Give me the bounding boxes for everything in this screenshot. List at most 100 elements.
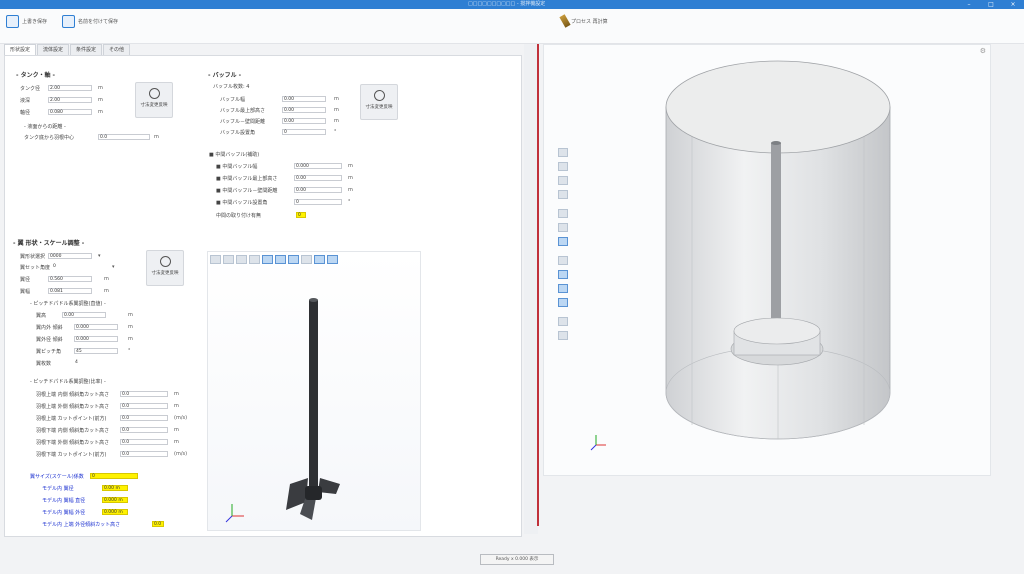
field-unit: m [98,85,103,91]
tank-diameter-input[interactable]: 2.00 [48,85,92,91]
rotate-icon[interactable] [558,176,568,185]
minimize-icon[interactable]: – [958,0,980,9]
liquid-depth-input[interactable]: 2.00 [48,97,92,103]
mid-baffle-gap-input[interactable]: 0.00 [294,187,342,193]
settings-icon[interactable]: ⚙ [980,47,986,55]
apply-label: 寸法変更反映 [140,103,168,108]
field-unit: (m/s) [174,415,188,421]
field-label: バッフル－壁間距離 [220,118,266,125]
impeller-type-select[interactable]: 0000 [48,253,92,259]
tab-shape[interactable]: 形状設定 [4,44,37,55]
tank-3d-viewport[interactable]: ⚙ [543,44,991,476]
result-field-0: 翼サイズ(スケール)係数 0 [30,472,150,480]
field-label: ■ 中間バッフル最上部高さ [216,175,278,182]
result-field-2: モデル内 翼幅 直径 0.000 m [42,496,162,504]
baffle-angle-input[interactable]: 0 [282,129,326,135]
sub2-input-2[interactable]: 0.0 [120,415,168,421]
apply-label: 寸法変更反映 [365,105,393,110]
mid-baffle-angle-input[interactable]: 0 [294,199,342,205]
mid-baffle-toggle-input[interactable]: 0 [296,212,306,218]
sub2-field-3: 羽根下端 内側 傾斜角カット高さ 0.0 m [36,426,196,434]
field-label: 軸径 [20,109,31,116]
render-mode-icon[interactable] [558,256,568,265]
field-unit: m [174,439,179,445]
sub2-field-1: 羽根上端 外側 傾斜角カット高さ 0.0 m [36,402,196,410]
shaft-diameter-input[interactable]: 0.080 [48,109,92,115]
save-button[interactable]: 上書き保存 [6,15,47,28]
scale-factor-input[interactable]: 0 [90,473,138,479]
zoom-out-icon[interactable] [558,162,568,171]
mid-baffle-width-input[interactable]: 0.000 [294,163,342,169]
sub2-input-0[interactable]: 0.0 [120,391,168,397]
blade-height-input[interactable]: 0.00 [62,312,106,318]
light-icon[interactable] [558,331,568,340]
axis-triad-icon [590,435,606,451]
close-icon[interactable]: × [1002,0,1024,9]
view-front-icon[interactable] [558,223,568,232]
transparent-icon[interactable] [558,298,568,307]
field-unit: ° [348,199,351,205]
blade-outer-incline-input[interactable]: 0.000 [74,336,118,342]
sub2-input-5[interactable]: 0.0 [120,451,168,457]
tab-fluid[interactable]: 流体設定 [37,44,70,55]
mid-baffle-toggle-row: 中間の取り付け有無 0 [216,211,326,219]
tank-sub-field: タンク底から羽根中心 0.0 m [24,133,164,141]
sub2-input-1[interactable]: 0.0 [120,403,168,409]
tank-apply-button[interactable]: 寸法変更反映 [135,82,173,118]
chevron-down-icon[interactable]: ▾ [98,253,101,259]
result-field-4: モデル内 上端 外径傾斜カット高さ 0.0 [42,520,182,528]
mid-baffle-top-input[interactable]: 0.00 [294,175,342,181]
save-as-button[interactable]: 名前を付けて保存 [62,15,118,28]
tank-sub-title: - 液面からの距離 - [24,123,66,130]
model-cut-height-value: 0.0 [152,521,164,527]
baffle-top-height-input[interactable]: 0.00 [282,107,326,113]
panel-splitter[interactable] [524,44,538,534]
blade-pitch-input[interactable]: 45 [74,348,118,354]
field-unit: m [348,187,353,193]
wireframe-icon[interactable] [558,270,568,279]
impeller-section-title: - 翼 形状・スケール調整 - [13,240,85,247]
field-label: 翼形状選択 [20,253,46,260]
recalculate-button-label: プロセス 再計算 [571,18,608,25]
tab-other[interactable]: その他 [103,44,131,55]
baffle-wall-gap-input[interactable]: 0.00 [282,118,326,124]
baffle-field-3: バッフル設置角 0 ° [220,128,350,136]
mid-baffle-field-0: ■ 中間バッフル幅 0.000 m [216,162,356,170]
chevron-down-icon[interactable]: ▾ [112,264,115,270]
impeller-3d-viewport[interactable] [207,251,421,531]
camera-icon[interactable] [558,317,568,326]
baffle-section-title: - バッフル - [208,72,242,79]
fit-icon[interactable] [558,209,568,218]
sub2-input-4[interactable]: 0.0 [120,439,168,445]
view-iso-icon[interactable] [558,237,568,246]
pan-icon[interactable] [558,190,568,199]
impeller-diameter-input[interactable]: 0.560 [48,276,92,282]
apply-icon [148,88,160,99]
baffle-width-input[interactable]: 0.00 [282,96,326,102]
maximize-icon[interactable]: □ [980,0,1002,9]
apply-icon [373,90,385,101]
recalculate-button[interactable]: プロセス 再計算 [559,14,608,28]
model-diameter-value: 0.00 m [102,485,128,491]
impeller-width-input[interactable]: 0.081 [48,288,92,294]
blade-count[interactable]: 4 [74,360,94,366]
impeller-apply-button[interactable]: 寸法変更反映 [146,250,184,286]
impeller-height-input[interactable]: 0.0 [98,134,150,140]
window-title: □□□□□□□□□□ - 撹拌機設定 [468,1,546,7]
blade-inner-incline-input[interactable]: 0.000 [74,324,118,330]
field-label: 翼外径 傾斜 [36,336,63,343]
baffle-apply-button[interactable]: 寸法変更反映 [360,84,398,120]
save-button-label: 上書き保存 [22,19,48,25]
field-label: 羽根下端 内側 傾斜角カット高さ [36,427,110,434]
impeller-set-angle[interactable]: 0 [52,264,64,270]
zoom-in-icon[interactable] [558,148,568,157]
tank-field-2: 軸径 0.080 m [20,108,120,116]
sub1-field-4: 翼枚数 4 [36,359,136,367]
shaft-top-shape [309,298,318,302]
sub2-input-3[interactable]: 0.0 [120,427,168,433]
tank-top-shape [665,60,891,154]
field-label: タンク径 [20,85,41,92]
mid-baffle-field-1: ■ 中間バッフル最上部高さ 0.00 m [216,174,356,182]
tab-condition[interactable]: 条件設定 [70,44,103,55]
shaded-icon[interactable] [558,284,568,293]
